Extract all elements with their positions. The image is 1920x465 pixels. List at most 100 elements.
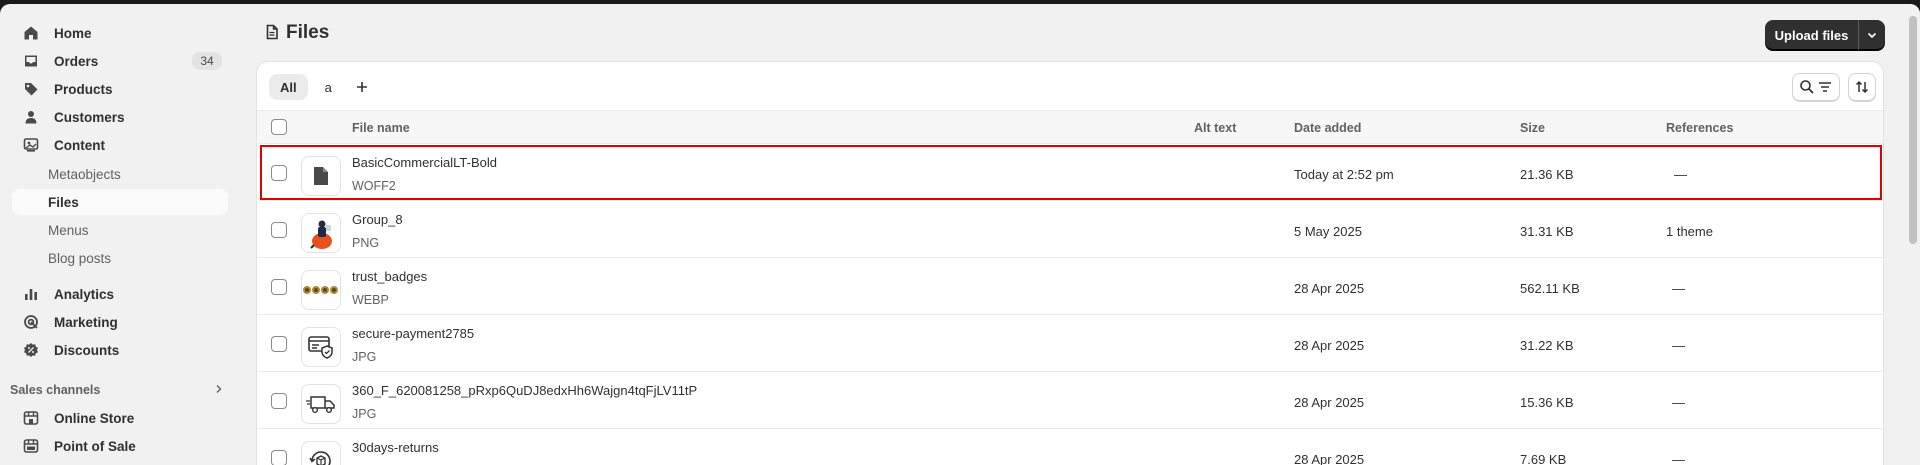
illustration-thumbnail bbox=[301, 213, 341, 253]
scrollbar-thumb[interactable] bbox=[1909, 16, 1917, 244]
sidebar-item-point-of-sale[interactable]: Point of Sale bbox=[12, 433, 228, 459]
file-type: JPG bbox=[352, 350, 377, 364]
row-checkbox[interactable] bbox=[271, 393, 287, 409]
filter-icon bbox=[1819, 82, 1831, 92]
references: — bbox=[1672, 452, 1685, 465]
tab-all[interactable]: All bbox=[269, 74, 308, 100]
table-row[interactable]: secure-payment2785 JPG 28 Apr 2025 31.22… bbox=[257, 315, 1883, 372]
chevron-down-icon bbox=[1867, 32, 1877, 39]
table-row[interactable]: Group_8 PNG 5 May 2025 31.31 KB 1 theme bbox=[257, 201, 1883, 258]
sidebar-item-label: Online Store bbox=[54, 410, 135, 426]
page-scrollbar[interactable] bbox=[1904, 4, 1920, 465]
file-size: 562.11 KB bbox=[1520, 281, 1580, 296]
truck-thumbnail bbox=[301, 384, 341, 424]
main-content: Files Upload files All a File name Alt t… bbox=[256, 4, 1885, 465]
date-added: 28 Apr 2025 bbox=[1294, 452, 1365, 465]
returns-thumbnail bbox=[301, 441, 341, 465]
column-header-file-name[interactable]: File name bbox=[352, 121, 410, 135]
add-view-button[interactable] bbox=[349, 74, 375, 100]
file-name[interactable]: Group_8 bbox=[352, 212, 403, 227]
table-row[interactable]: 360_F_620081258_pRxp6QuDJ8edxHh6Wajgn4tq… bbox=[257, 372, 1883, 429]
row-checkbox[interactable] bbox=[271, 222, 287, 238]
file-size: 21.36 KB bbox=[1520, 167, 1574, 182]
tab-a[interactable]: a bbox=[314, 74, 343, 100]
tag-icon bbox=[22, 80, 40, 98]
sidebar-item-label: Marketing bbox=[54, 314, 118, 330]
table-header: File name Alt text Date added Size Refer… bbox=[257, 110, 1883, 144]
sidebar-item-label: Metaobjects bbox=[48, 166, 121, 182]
file-name[interactable]: BasicCommercialLT-Bold bbox=[352, 155, 497, 170]
select-all-checkbox[interactable] bbox=[271, 119, 287, 135]
sidebar-item-products[interactable]: Products bbox=[12, 76, 228, 102]
sales-channels-label: Sales channels bbox=[10, 383, 101, 397]
upload-files-button-group: Upload files bbox=[1765, 20, 1885, 50]
sidebar-item-online-store[interactable]: Online Store bbox=[12, 405, 228, 431]
file-name[interactable]: trust_badges bbox=[352, 269, 427, 284]
sidebar-item-label: Products bbox=[54, 81, 113, 97]
sidebar-item-label: Content bbox=[54, 137, 105, 153]
view-tabs: All a bbox=[269, 74, 375, 100]
file-name[interactable]: secure-payment2785 bbox=[352, 326, 474, 341]
column-header-alt-text[interactable]: Alt text bbox=[1194, 121, 1236, 135]
references[interactable]: 1 theme bbox=[1666, 224, 1713, 239]
sidebar-item-blog-posts[interactable]: Blog posts bbox=[12, 245, 228, 271]
person-icon bbox=[22, 108, 40, 126]
file-name[interactable]: 30days-returns bbox=[352, 440, 439, 455]
search-filter-button[interactable] bbox=[1792, 73, 1840, 101]
file-size: 15.36 KB bbox=[1520, 395, 1574, 410]
upload-files-button[interactable]: Upload files bbox=[1765, 20, 1859, 50]
file-type: PNG bbox=[352, 236, 380, 250]
table-row[interactable]: BasicCommercialLT-Bold WOFF2 Today at 2:… bbox=[259, 144, 1883, 201]
row-checkbox[interactable] bbox=[271, 336, 287, 352]
sidebar-item-label: Orders bbox=[54, 53, 99, 69]
date-added: 28 Apr 2025 bbox=[1294, 338, 1365, 353]
badges-thumbnail bbox=[301, 270, 341, 310]
column-header-size[interactable]: Size bbox=[1520, 121, 1545, 135]
sort-button[interactable] bbox=[1848, 73, 1876, 101]
column-header-date-added[interactable]: Date added bbox=[1294, 121, 1361, 135]
sidebar-item-label: Home bbox=[54, 25, 92, 41]
file-size: 7.69 KB bbox=[1520, 452, 1567, 465]
app-frame: Home Orders 34 Products Customers Conten… bbox=[0, 4, 1920, 465]
sales-channels-header[interactable]: Sales channels bbox=[10, 380, 224, 400]
sidebar-item-label: Analytics bbox=[54, 286, 115, 302]
file-type: JPG bbox=[352, 407, 377, 421]
table-row[interactable]: trust_badges WEBP 28 Apr 2025 562.11 KB … bbox=[257, 258, 1883, 315]
plus-icon bbox=[356, 82, 367, 92]
row-checkbox[interactable] bbox=[271, 450, 287, 465]
sidebar-item-menus[interactable]: Menus bbox=[12, 217, 228, 243]
sidebar-item-label: Files bbox=[48, 194, 79, 210]
references: — bbox=[1672, 338, 1685, 353]
sidebar-item-discounts[interactable]: Discounts bbox=[12, 337, 228, 363]
sidebar-item-customers[interactable]: Customers bbox=[12, 104, 228, 130]
file-size: 31.31 KB bbox=[1520, 224, 1574, 239]
chevron-right-icon bbox=[214, 383, 224, 397]
sidebar-item-label: Menus bbox=[48, 222, 89, 238]
sidebar-item-label: Point of Sale bbox=[54, 438, 136, 454]
references: — bbox=[1672, 395, 1685, 410]
sidebar-item-content[interactable]: Content bbox=[12, 132, 228, 158]
file-name[interactable]: 360_F_620081258_pRxp6QuDJ8edxHh6Wajgn4tq… bbox=[352, 383, 697, 398]
sidebar-item-home[interactable]: Home bbox=[12, 20, 228, 46]
upload-options-button[interactable] bbox=[1859, 20, 1885, 50]
references: — bbox=[1672, 281, 1685, 296]
table-row[interactable]: 30days-returns PNG 28 Apr 2025 7.69 KB — bbox=[257, 429, 1883, 465]
sidebar-item-analytics[interactable]: Analytics bbox=[12, 281, 228, 307]
sidebar-item-marketing[interactable]: Marketing bbox=[12, 309, 228, 335]
sidebar-item-label: Discounts bbox=[54, 342, 120, 358]
sidebar-item-files[interactable]: Files bbox=[12, 189, 228, 215]
date-added: 28 Apr 2025 bbox=[1294, 395, 1365, 410]
pos-icon bbox=[22, 437, 40, 455]
column-header-references[interactable]: References bbox=[1666, 121, 1733, 135]
sidebar-item-metaobjects[interactable]: Metaobjects bbox=[12, 161, 228, 187]
date-added: 28 Apr 2025 bbox=[1294, 281, 1365, 296]
file-type: WOFF2 bbox=[352, 179, 396, 193]
page-header: Files bbox=[264, 22, 329, 44]
sidebar: Home Orders 34 Products Customers Conten… bbox=[0, 4, 240, 465]
date-added: 5 May 2025 bbox=[1294, 224, 1362, 239]
file-size: 31.22 KB bbox=[1520, 338, 1574, 353]
sidebar-item-orders[interactable]: Orders 34 bbox=[12, 48, 228, 74]
sidebar-item-label: Blog posts bbox=[48, 250, 112, 266]
row-checkbox[interactable] bbox=[271, 165, 287, 181]
row-checkbox[interactable] bbox=[271, 279, 287, 295]
